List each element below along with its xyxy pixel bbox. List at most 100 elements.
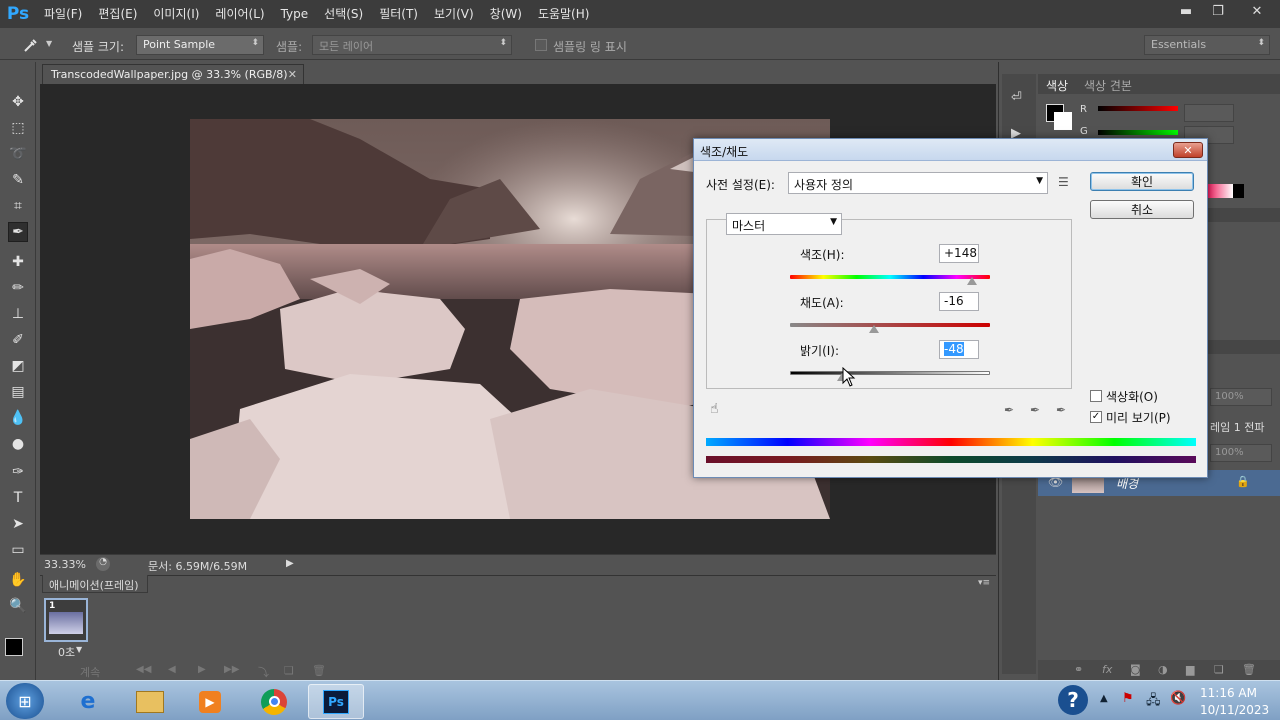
fill-field[interactable]: 100% [1210, 444, 1272, 462]
pen-tool-icon[interactable]: ✑ [8, 462, 28, 482]
g-slider-ramp[interactable] [1098, 130, 1178, 135]
hue-slider-thumb[interactable] [967, 277, 977, 285]
saturation-slider-track[interactable] [790, 323, 990, 327]
healing-brush-tool-icon[interactable]: ✚ [8, 252, 28, 272]
loop-option[interactable]: 계속 [80, 664, 100, 680]
history-panel-icon[interactable]: ⏎ [1011, 90, 1027, 106]
play-icon[interactable]: ▶ [198, 664, 206, 675]
hand-tool-icon[interactable]: ✋ [8, 570, 28, 590]
layer-style-icon[interactable]: fx [1102, 663, 1112, 676]
color-ramp[interactable] [1208, 184, 1244, 198]
show-hidden-icons-icon[interactable]: ▲ [1100, 693, 1108, 704]
menu-image[interactable]: 이미지(I) [145, 0, 207, 28]
eyedropper-subtract-icon[interactable]: ✒ [1056, 403, 1066, 417]
eyedropper-add-icon[interactable]: ✒ [1030, 403, 1040, 417]
show-sampling-ring-checkbox[interactable] [535, 39, 547, 51]
menu-help[interactable]: 도움말(H) [530, 0, 598, 28]
status-info-icon[interactable]: ◔ [96, 557, 110, 571]
delete-frame-icon[interactable]: 🗑 [312, 664, 326, 677]
colorize-checkbox[interactable] [1090, 390, 1102, 402]
group-icon[interactable]: ▆ [1186, 663, 1194, 676]
close-tab-icon[interactable]: ✕ [288, 68, 297, 81]
animation-frame-1[interactable]: 1 [44, 598, 88, 642]
saturation-slider-thumb[interactable] [869, 325, 879, 333]
stamp-tool-icon[interactable]: ⊥ [8, 304, 28, 324]
taskbar-media-player-icon[interactable]: ▶ [182, 684, 238, 719]
panel-menu-icon[interactable]: ▾≡ [978, 578, 990, 588]
hue-input[interactable]: +148 [939, 244, 979, 263]
preview-checkbox[interactable]: ✓ [1090, 411, 1102, 423]
start-button-windows-icon[interactable]: ⊞ [6, 683, 44, 719]
menu-select[interactable]: 선택(S) [316, 0, 371, 28]
zoom-level[interactable]: 33.33% [44, 558, 86, 571]
tab-color[interactable]: 색상 [1046, 77, 1068, 94]
foreground-color-swatch[interactable] [5, 638, 23, 656]
help-icon[interactable]: ? [1058, 685, 1088, 715]
restore-button[interactable]: ❐ [1202, 0, 1234, 22]
animation-panel-tab[interactable]: 애니메이션(프레임) [42, 575, 148, 593]
lightness-slider-track[interactable] [790, 371, 990, 375]
frame-delay-chevron-icon[interactable]: ▼ [76, 645, 82, 654]
next-frame-icon[interactable]: ▶▶ [224, 664, 239, 675]
eyedropper-tool-icon[interactable]: ✒ [8, 222, 28, 242]
eyedropper-icon[interactable] [22, 36, 40, 54]
marquee-tool-icon[interactable]: ⬚ [8, 118, 28, 138]
tween-icon[interactable]: ⤵ [258, 664, 269, 680]
menu-window[interactable]: 창(W) [482, 0, 530, 28]
blur-tool-icon[interactable]: 💧 [8, 408, 28, 428]
zoom-tool-icon[interactable]: 🔍 [8, 596, 28, 616]
close-button[interactable]: ✕ [1234, 0, 1280, 22]
lasso-tool-icon[interactable]: ➰ [8, 144, 28, 164]
dodge-tool-icon[interactable]: ● [8, 434, 28, 454]
menu-type[interactable]: Type [273, 0, 317, 28]
taskbar-file-explorer-icon[interactable] [122, 684, 178, 719]
dialog-title-bar[interactable]: 색조/채도 ✕ [694, 139, 1207, 161]
minimize-button[interactable]: ▬ [1170, 0, 1202, 22]
status-menu-arrow-icon[interactable]: ▶ [286, 558, 294, 569]
channel-select[interactable]: 마스터 ▼ [726, 213, 842, 235]
frame-delay[interactable]: 0초 [58, 644, 75, 660]
sample-size-select[interactable]: Point Sample ⬍ [136, 35, 264, 55]
clock-time[interactable]: 11:16 AM [1200, 686, 1257, 700]
new-layer-icon[interactable]: ❏ [1214, 663, 1224, 676]
background-color-chip[interactable] [1054, 112, 1072, 130]
volume-muted-icon[interactable]: 🔇 [1170, 691, 1186, 706]
type-tool-icon[interactable]: T [8, 488, 28, 508]
shape-tool-icon[interactable]: ▭ [8, 540, 28, 560]
preset-options-icon[interactable]: ☰ [1058, 175, 1069, 189]
previous-frame-icon[interactable]: ◀ [168, 664, 176, 675]
brush-tool-icon[interactable]: ✏ [8, 278, 28, 298]
menu-layer[interactable]: 레이어(L) [207, 0, 272, 28]
path-select-tool-icon[interactable]: ➤ [8, 514, 28, 534]
link-layers-icon[interactable]: ⚭ [1074, 663, 1083, 676]
menu-edit[interactable]: 편집(E) [90, 0, 145, 28]
r-slider-ramp[interactable] [1098, 106, 1178, 111]
tab-swatches[interactable]: 색상 견본 [1084, 77, 1132, 94]
delete-layer-icon[interactable]: 🗑 [1242, 663, 1256, 676]
cancel-button[interactable]: 취소 [1090, 200, 1194, 219]
action-center-flag-icon[interactable]: ⚑ [1122, 691, 1134, 706]
network-icon[interactable]: 🖧 [1146, 691, 1161, 713]
dialog-close-button[interactable]: ✕ [1173, 142, 1203, 158]
add-mask-icon[interactable]: ◙ [1130, 663, 1141, 676]
lightness-input[interactable]: -48 [939, 340, 979, 359]
eraser-tool-icon[interactable]: ◩ [8, 356, 28, 376]
workspace-select[interactable]: Essentials ⬍ [1144, 35, 1270, 55]
menu-filter[interactable]: 필터(T) [371, 0, 426, 28]
hand-adjust-icon[interactable]: ☝ [710, 401, 719, 417]
duplicate-frame-icon[interactable]: ❏ [284, 664, 294, 677]
r-value-field[interactable] [1184, 104, 1234, 122]
eyedropper-icon[interactable]: ✒ [1004, 403, 1014, 417]
crop-tool-icon[interactable]: ⌗ [8, 196, 28, 216]
gradient-tool-icon[interactable]: ▤ [8, 382, 28, 402]
move-tool-icon[interactable]: ✥ [8, 92, 28, 112]
ok-button[interactable]: 확인 [1090, 172, 1194, 191]
taskbar-chrome-icon[interactable] [246, 684, 302, 719]
document-tab[interactable]: TranscodedWallpaper.jpg @ 33.3% (RGB/8) … [42, 64, 304, 84]
clock-date[interactable]: 10/11/2023 [1200, 703, 1269, 717]
menu-view[interactable]: 보기(V) [426, 0, 482, 28]
taskbar-photoshop-icon[interactable]: Ps [308, 684, 364, 719]
history-brush-tool-icon[interactable]: ✐ [8, 330, 28, 350]
saturation-input[interactable]: -16 [939, 292, 979, 311]
hue-slider-track[interactable] [790, 275, 990, 279]
